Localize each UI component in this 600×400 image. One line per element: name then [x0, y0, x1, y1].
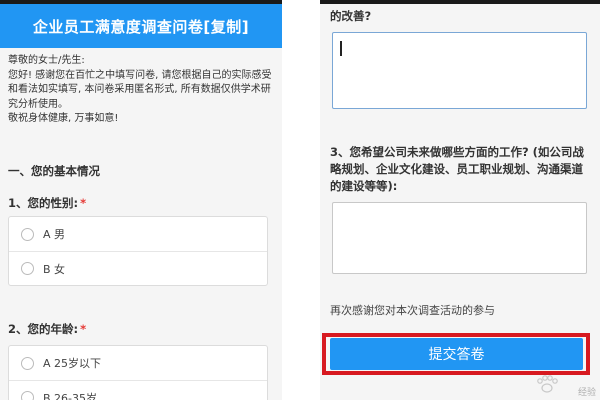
question-2-title: 2、您的年龄: * [8, 321, 86, 337]
intro-greeting: 尊敬的女士/先生: [8, 55, 85, 66]
thanks-message: 再次感谢您对本次调查活动的参与 [330, 304, 495, 317]
survey-intro: 尊敬的女士/先生: 您好! 感谢您在百忙之中填写问卷, 请您根据自己的实际感受和… [8, 54, 276, 127]
question-2-tail: 的改善? [330, 9, 372, 23]
watermark-text: 经验 [577, 388, 596, 398]
status-bar-edge [320, 0, 600, 4]
survey-title-bar: 企业员工满意度调查问卷[复制] [0, 4, 282, 48]
left-phone-screen: 企业员工满意度调查问卷[复制] 尊敬的女士/先生: 您好! 感谢您在百忙之中填写… [0, 0, 282, 400]
option-male[interactable]: A 男 [9, 217, 267, 251]
radio-icon[interactable] [21, 356, 34, 370]
option-label: A 男 [43, 228, 66, 241]
submit-button-label: 提交答卷 [428, 347, 485, 363]
section-heading-basic-info: 一、您的基本情况 [8, 164, 100, 178]
option-label: A 25岁以下 [43, 357, 102, 370]
intro-closing: 敬祝身体健康, 万事如意! [8, 113, 119, 124]
question-3-answer-textarea[interactable] [332, 202, 587, 274]
option-label: B 26-35岁 [43, 391, 98, 400]
radio-icon[interactable] [21, 227, 34, 241]
text-cursor [340, 41, 342, 56]
submit-button[interactable]: 提交答卷 [330, 338, 583, 370]
question-1-options: A 男 B 女 [8, 216, 268, 286]
required-mark: * [80, 196, 87, 210]
question-3-title: 3、您希望公司未来做哪些方面的工作? (如公司战略规划、企业文化建设、员工职业规… [330, 145, 584, 193]
option-label: B 女 [43, 262, 66, 276]
paw-watermark-icon [537, 375, 558, 393]
survey-title: 企业员工满意度调查问卷[复制] [32, 17, 250, 36]
question-2-options: A 25岁以下 B 26-35岁 [8, 345, 268, 400]
required-mark: * [80, 322, 87, 336]
radio-icon[interactable] [21, 262, 34, 275]
right-phone-screen: 的改善? 3、您希望公司未来做哪些方面的工作? (如公司战略规划、企业文化建设、… [320, 0, 600, 400]
question-2-answer-textarea[interactable] [332, 32, 587, 109]
option-female[interactable]: B 女 [9, 251, 267, 285]
option-26-35[interactable]: B 26-35岁 [9, 380, 267, 400]
radio-icon[interactable] [21, 391, 34, 400]
option-under-25[interactable]: A 25岁以下 [9, 346, 267, 380]
question-1-label: 1、您的性别: [8, 196, 79, 210]
question-1-title: 1、您的性别: * [8, 195, 86, 211]
question-2-label: 2、您的年龄: [8, 322, 79, 336]
intro-body: 您好! 感谢您在百忙之中填写问卷, 请您根据自己的实际感受和看法如实填写, 本问… [8, 69, 272, 110]
